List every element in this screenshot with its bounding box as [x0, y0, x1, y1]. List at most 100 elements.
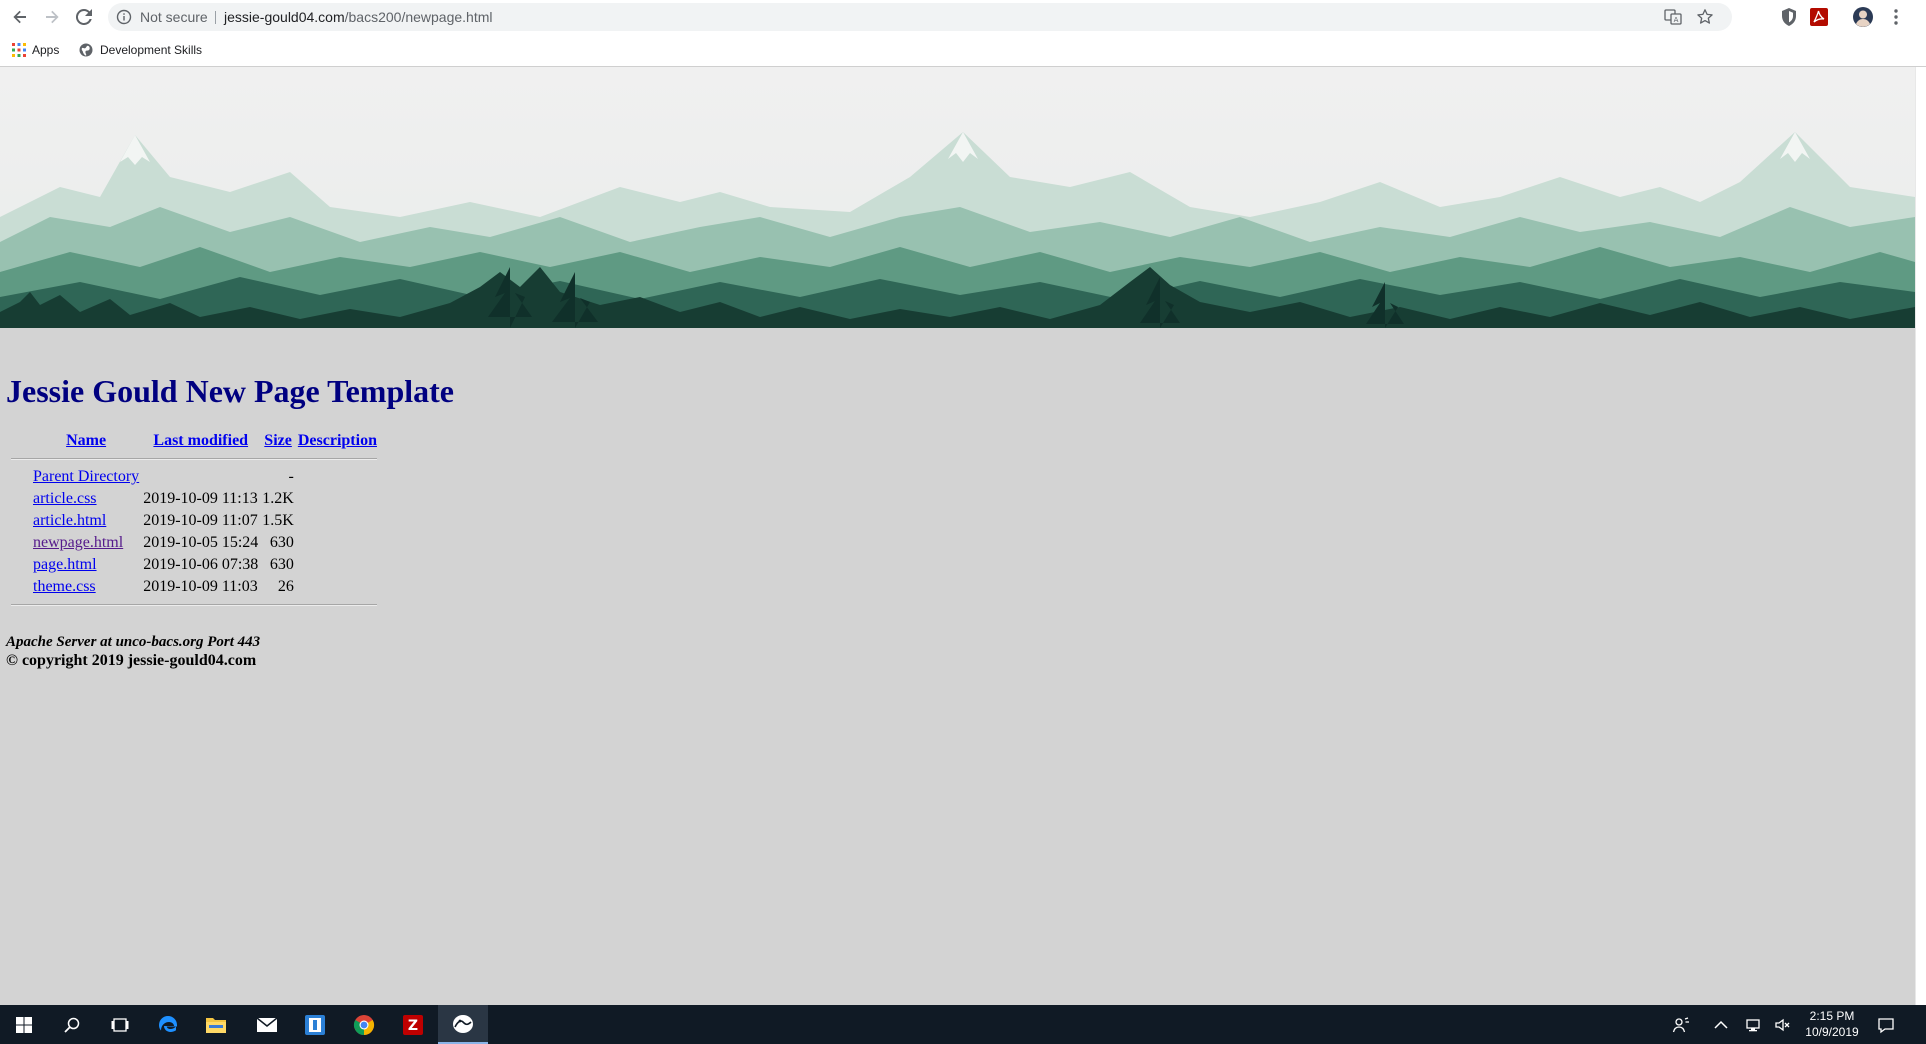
parent-directory-link[interactable]: Parent Directory — [33, 468, 139, 485]
taskbar-sourcetree[interactable] — [291, 1005, 339, 1044]
file-link[interactable]: article.html — [33, 512, 106, 529]
security-label: Not secure — [140, 9, 208, 25]
taskbar-edge[interactable] — [144, 1005, 192, 1044]
modified-cell: 2019-10-09 11:03 — [143, 578, 258, 595]
taskbar-search-button[interactable] — [48, 1005, 96, 1044]
name-cell: article.html — [32, 511, 140, 531]
description-cell — [297, 511, 378, 531]
description-cell — [297, 577, 378, 597]
description-cell — [297, 555, 378, 575]
file-link[interactable]: page.html — [33, 556, 97, 573]
description-cell — [297, 533, 378, 553]
bookmarks-bar: Apps Development Skills — [0, 34, 1926, 67]
table-row: page.html 2019-10-06 07:38 630 — [10, 555, 378, 575]
url-text[interactable]: jessie-gould04.com/bacs200/newpage.html — [224, 3, 493, 31]
task-view-button[interactable] — [96, 1005, 144, 1044]
menu-kebab-icon[interactable] — [1885, 6, 1907, 28]
size-cell: 1.2K — [262, 490, 294, 507]
page-title: Jessie Gould New Page Template — [6, 373, 454, 409]
globe-icon — [79, 43, 93, 57]
table-row: newpage.html 2019-10-05 15:24 630 — [10, 533, 378, 553]
chrome-icon — [353, 1014, 375, 1035]
back-button[interactable] — [8, 5, 32, 29]
omnibox-divider — [215, 11, 216, 24]
filezilla-icon: Z — [403, 1014, 423, 1035]
directory-listing-table: Name Last modified Size Description Pare… — [8, 429, 380, 613]
modified-cell — [142, 467, 259, 487]
table-row: Parent Directory - — [10, 467, 378, 487]
bookmark-development-skills-label: Development Skills — [100, 43, 203, 57]
network-icon[interactable] — [1744, 1016, 1762, 1034]
name-cell: theme.css — [32, 577, 140, 597]
url-path: /bacs200/newpage.html — [344, 9, 493, 25]
vertical-scrollbar[interactable] — [1915, 67, 1926, 1005]
windows-start-icon — [16, 1016, 32, 1033]
windows-taskbar: Z 2:15 PM 10/9/2019 — [0, 1005, 1926, 1044]
copyright-footer: © copyright 2019 jessie-gould04.com — [6, 652, 257, 669]
table-row: article.css 2019-10-09 11:13 1.2K — [10, 489, 378, 509]
shield-extension-icon[interactable] — [1778, 6, 1800, 28]
name-cell: article.css — [32, 489, 140, 509]
start-button[interactable] — [0, 1005, 48, 1044]
reload-icon — [76, 9, 92, 25]
row-icon-cell — [10, 489, 30, 509]
chevron-up-icon[interactable] — [1712, 1016, 1730, 1034]
forward-arrow-icon — [46, 10, 59, 24]
divider-line — [11, 458, 377, 460]
size-cell: - — [288, 468, 294, 485]
modified-cell: 2019-10-05 15:24 — [143, 534, 259, 551]
modified-cell: 2019-10-06 07:38 — [143, 556, 259, 573]
file-link[interactable]: newpage.html — [33, 534, 123, 551]
svg-text:Z: Z — [408, 1018, 418, 1034]
profile-avatar-icon[interactable] — [1852, 6, 1874, 28]
row-icon-cell — [10, 511, 30, 531]
size-column-header: Size — [261, 431, 295, 451]
edge-icon — [159, 1015, 177, 1032]
file-link[interactable]: article.css — [33, 490, 97, 507]
taskbar-chrome[interactable] — [340, 1005, 388, 1044]
taskbar-file-explorer[interactable] — [192, 1005, 240, 1044]
people-icon[interactable] — [1672, 1016, 1690, 1034]
volume-muted-icon[interactable] — [1774, 1016, 1792, 1034]
bookmark-apps[interactable]: Apps — [12, 41, 59, 59]
info-icon[interactable] — [116, 9, 132, 25]
forward-button[interactable] — [40, 5, 64, 29]
page-viewport[interactable]: Jessie Gould New Page Template Name Last… — [0, 67, 1926, 1005]
clock-time: 2:15 PM — [1809, 1009, 1855, 1023]
description-cell — [297, 467, 378, 487]
search-icon — [64, 1017, 80, 1033]
table-divider-row — [10, 599, 378, 611]
action-center-icon[interactable] — [1877, 1016, 1895, 1034]
address-bar[interactable]: Not secure jessie-gould04.com/bacs200/ne… — [108, 3, 1732, 31]
file-link[interactable]: theme.css — [33, 578, 96, 595]
mail-icon — [256, 1016, 278, 1032]
divider-line — [11, 604, 377, 606]
row-icon-cell — [10, 555, 30, 575]
apps-grid-icon — [12, 43, 26, 57]
taskbar-cyberduck[interactable] — [438, 1005, 488, 1044]
reload-button[interactable] — [72, 5, 96, 29]
server-signature: Apache Server at unco-bacs.org Port 443 — [6, 634, 261, 650]
sort-by-size-link[interactable]: Size — [264, 432, 292, 449]
mountain-banner-image — [0, 67, 1915, 328]
back-arrow-icon — [13, 10, 26, 24]
last-modified-column-header: Last modified — [142, 431, 259, 451]
size-cell: 1.5K — [262, 512, 294, 529]
url-host: jessie-gould04.com — [224, 9, 345, 25]
pdf-extension-icon[interactable] — [1808, 6, 1830, 28]
file-explorer-icon — [206, 1017, 226, 1033]
taskbar-filezilla[interactable]: Z — [389, 1005, 437, 1044]
taskbar-clock[interactable]: 2:15 PM 10/9/2019 — [1800, 1008, 1864, 1040]
task-view-icon — [111, 1017, 129, 1032]
table-divider-row — [10, 453, 378, 465]
sort-by-last-modified-link[interactable]: Last modified — [153, 432, 248, 449]
translate-icon[interactable]: A — [1664, 8, 1682, 26]
bookmark-star-icon[interactable] — [1696, 8, 1714, 26]
table-row: theme.css 2019-10-09 11:03 26 — [10, 577, 378, 597]
sort-by-name-link[interactable]: Name — [66, 432, 106, 449]
sort-by-description-link[interactable]: Description — [298, 432, 377, 449]
bookmark-development-skills[interactable]: Development Skills — [78, 41, 202, 59]
browser-toolbar: Not secure jessie-gould04.com/bacs200/ne… — [0, 0, 1926, 34]
taskbar-mail[interactable] — [243, 1005, 291, 1044]
table-row: article.html 2019-10-09 11:07 1.5K — [10, 511, 378, 531]
